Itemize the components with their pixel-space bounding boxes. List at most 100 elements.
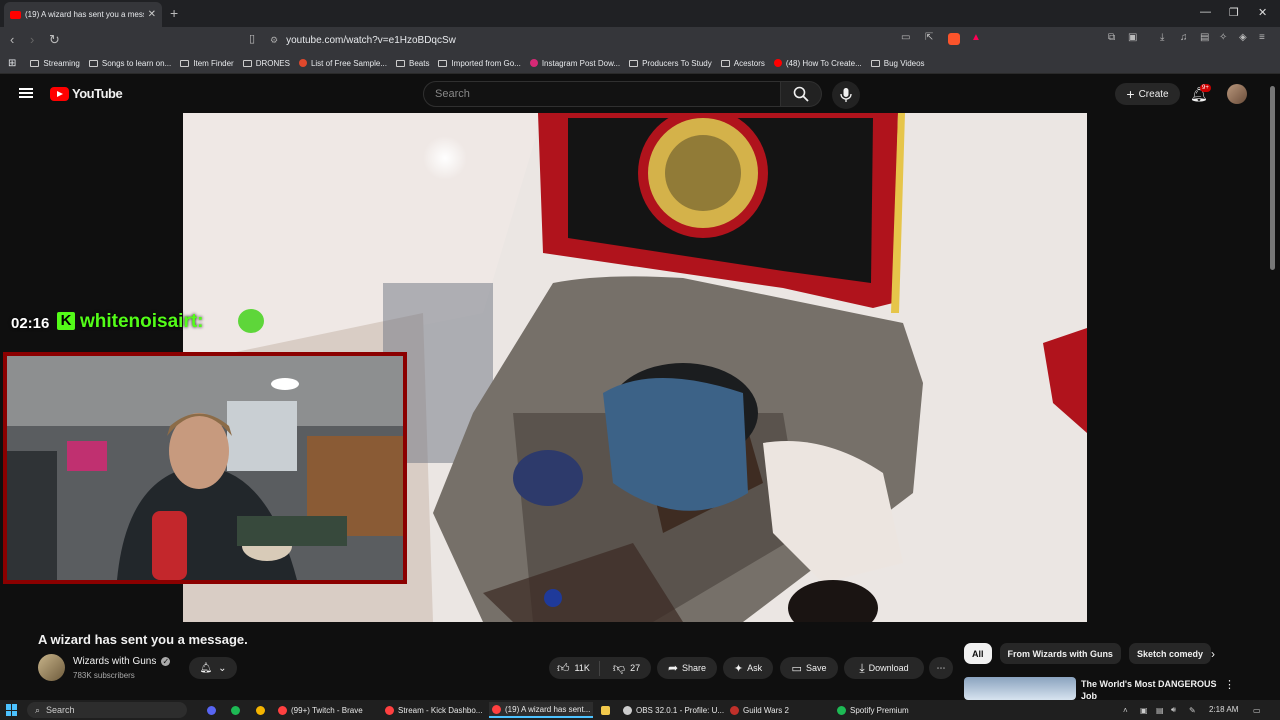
- taskbar-search[interactable]: ⌕ Search: [27, 702, 187, 718]
- bookmark-item[interactable]: Producers To Study: [629, 59, 712, 68]
- recommendation-more-icon[interactable]: ⋮: [1224, 678, 1235, 691]
- recommendation-title[interactable]: The World's Most DANGEROUS Job: [1081, 678, 1221, 700]
- windows-start-icon[interactable]: [6, 704, 18, 716]
- like-button[interactable]: 👍︎ 11K: [557, 660, 600, 676]
- brave-rewards-icon[interactable]: ▲: [971, 32, 981, 43]
- apps-icon[interactable]: ⊞: [8, 58, 16, 69]
- ask-button[interactable]: ✦ Ask: [723, 657, 773, 679]
- back-icon[interactable]: ‹: [10, 32, 14, 47]
- taskbar-item-guild-wars[interactable]: Guild Wars 2: [727, 702, 792, 718]
- minimize-button[interactable]: —: [1200, 6, 1211, 18]
- search-button[interactable]: [781, 81, 822, 107]
- bookmark-item[interactable]: Beats: [395, 58, 430, 68]
- wallet-icon[interactable]: ▤: [1200, 32, 1209, 43]
- voice-search-button[interactable]: [832, 81, 860, 109]
- search-input[interactable]: Search: [423, 81, 781, 107]
- extensions-icon[interactable]: ⧉: [1108, 32, 1115, 43]
- bookmark-item[interactable]: (48) How To Create...: [773, 58, 862, 68]
- bookmark-item[interactable]: Streaming: [30, 59, 80, 68]
- account-avatar[interactable]: [1227, 84, 1247, 104]
- bookmark-item[interactable]: Item Finder: [180, 59, 234, 68]
- taskbar-item-label: Guild Wars 2: [743, 705, 789, 715]
- folder-icon: [629, 59, 639, 67]
- cast-icon[interactable]: ▭: [901, 32, 910, 43]
- bookmark-item[interactable]: Instagram Post Dow...: [529, 59, 620, 68]
- chip-sketch-comedy[interactable]: Sketch comedy: [1128, 643, 1211, 664]
- tray-network-icon[interactable]: ▣: [1137, 702, 1151, 718]
- site-icon: [298, 59, 307, 67]
- browser-tab-active[interactable]: (19) A wizard has sent you a message ✕: [4, 2, 162, 27]
- taskbar-item-youtube[interactable]: (19) A wizard has sent...: [489, 702, 594, 718]
- bookmarks-bar: ⊞ Streaming Songs to learn on... Item Fi…: [0, 53, 1280, 74]
- window-close-button[interactable]: ✕: [1258, 6, 1267, 19]
- recommendation-thumbnail[interactable]: [964, 677, 1076, 700]
- bookmark-label: (48) How To Create...: [785, 58, 862, 68]
- more-actions-button[interactable]: ⋯: [929, 657, 953, 679]
- file-explorer-icon[interactable]: [598, 702, 613, 718]
- url-field[interactable]: ⚙ youtube.com/watch?v=e1HzoBDqcSw: [270, 30, 990, 50]
- system-clock[interactable]: 2:18 AM: [1209, 705, 1238, 714]
- youtube-play-icon: [50, 86, 69, 101]
- leo-icon[interactable]: ✧: [1219, 32, 1227, 43]
- pen-icon[interactable]: ✎: [1186, 702, 1199, 718]
- bookmark-item[interactable]: List of Free Sample...: [298, 59, 387, 68]
- bookmark-item[interactable]: Bug Videos: [870, 59, 925, 68]
- chevron-down-icon: ⌄: [218, 662, 227, 674]
- bookmark-item[interactable]: Songs to learn on...: [88, 59, 171, 68]
- folder-icon: [395, 59, 405, 67]
- logo-text: YouTube: [72, 86, 123, 101]
- guild-wars-icon: [730, 705, 739, 715]
- discord-icon[interactable]: [204, 702, 219, 718]
- share-page-icon[interactable]: ⇱: [925, 32, 933, 43]
- taskbar-item-spotify[interactable]: Spotify Premium: [834, 702, 912, 718]
- new-tab-button[interactable]: +: [170, 5, 178, 21]
- create-button[interactable]: + Create: [1115, 83, 1180, 105]
- taskbar-item-twitch[interactable]: (99+) Twitch - Brave: [275, 702, 366, 718]
- tray-chevron-icon[interactable]: ˄: [1120, 702, 1131, 718]
- bookmark-item[interactable]: DRONES: [242, 59, 290, 68]
- youtube-logo[interactable]: YouTube: [50, 86, 123, 101]
- brave-shields-icon[interactable]: [948, 33, 960, 45]
- channel-name[interactable]: Wizards with Guns ✓: [73, 656, 171, 667]
- tab-close-icon[interactable]: ✕: [148, 9, 156, 20]
- chips-next-chevron-icon[interactable]: ›: [1211, 647, 1215, 661]
- obs-icon: [623, 705, 632, 715]
- notifications-subscribe-button[interactable]: 🔔︎ ⌄: [189, 657, 237, 679]
- chip-all[interactable]: All: [964, 643, 992, 664]
- taskbar-item-kick[interactable]: Stream - Kick Dashbo...: [382, 702, 485, 718]
- notification-badge: 9+: [1200, 84, 1211, 92]
- tray-app-icon[interactable]: ▤: [1153, 702, 1167, 718]
- share-button[interactable]: ➦ Share: [657, 657, 717, 679]
- bookmark-label: Imported from Go...: [451, 58, 521, 68]
- media-icon[interactable]: ♫: [1180, 32, 1188, 43]
- maximize-button[interactable]: ❐: [1229, 6, 1239, 19]
- scrollbar-thumb[interactable]: [1270, 86, 1275, 270]
- spotify-icon[interactable]: [228, 702, 243, 718]
- download-button[interactable]: ⤓ Download: [844, 657, 924, 679]
- filter-chips: All From Wizards with Guns Sketch comedy: [964, 643, 1211, 665]
- chrome-icon[interactable]: [253, 702, 268, 718]
- vpn-icon[interactable]: ◈: [1239, 32, 1247, 43]
- save-button[interactable]: ▭ Save: [780, 657, 838, 679]
- dislike-button[interactable]: 👎︎ 27: [604, 661, 640, 676]
- reload-icon[interactable]: ↻: [49, 32, 60, 48]
- bookmark-icon[interactable]: ▯: [249, 32, 255, 45]
- bookmark-item[interactable]: Imported from Go...: [438, 58, 521, 68]
- folder-icon: [88, 59, 98, 67]
- menu-icon[interactable]: ≡: [1259, 32, 1265, 43]
- volume-icon[interactable]: 🔊︎: [1168, 702, 1179, 718]
- bookmark-label: Beats: [408, 58, 430, 68]
- os-taskbar: ⌕ Search (99+) Twitch - Brave Stream - K…: [0, 700, 1280, 720]
- chip-from-channel[interactable]: From Wizards with Guns: [999, 643, 1121, 664]
- bookmark-item[interactable]: Acestors: [720, 59, 765, 68]
- site-info-icon[interactable]: ⚙: [270, 35, 278, 46]
- download-icon[interactable]: ⤓: [1160, 32, 1164, 43]
- taskbar-item-obs[interactable]: OBS 32.0.1 - Profile: U...: [620, 702, 727, 718]
- forward-icon[interactable]: ›: [30, 32, 34, 47]
- hamburger-menu-icon[interactable]: [19, 88, 33, 98]
- notification-center-icon[interactable]: ▭: [1250, 702, 1264, 718]
- sidebar-icon[interactable]: ▣: [1128, 32, 1137, 43]
- share-arrow-icon: ➦: [667, 661, 679, 675]
- channel-avatar[interactable]: [38, 654, 65, 681]
- search-icon: ⌕: [35, 704, 41, 715]
